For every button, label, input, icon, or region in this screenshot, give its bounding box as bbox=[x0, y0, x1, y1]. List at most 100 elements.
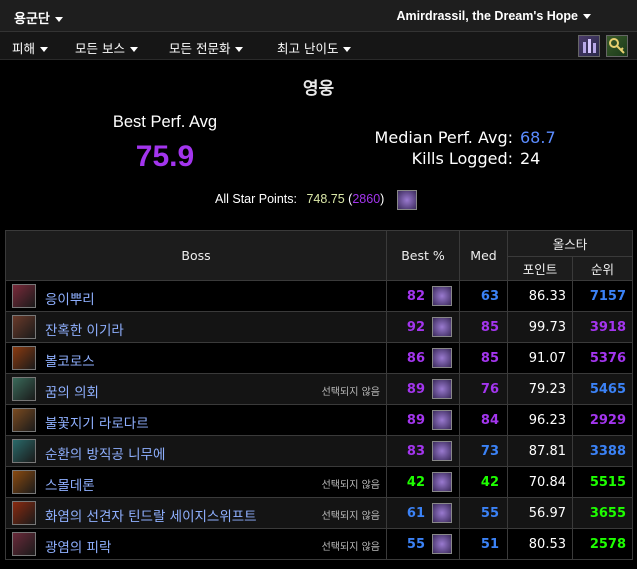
best-value: 89 bbox=[406, 382, 425, 397]
all-star-points: All Star Points: 748.75 (2860) bbox=[215, 192, 385, 206]
boss-dropdown[interactable]: 모든 보스 bbox=[75, 38, 138, 57]
spec-icon bbox=[432, 410, 452, 430]
boss-icon bbox=[12, 377, 36, 401]
best-value: 55 bbox=[406, 537, 425, 552]
best-value: 42 bbox=[406, 475, 425, 490]
all-star-rank: 2860 bbox=[352, 192, 381, 206]
spec-icon bbox=[432, 503, 452, 523]
boss-cell[interactable]: 응이뿌리 bbox=[5, 280, 387, 312]
boss-name[interactable]: 광염의 피락 bbox=[45, 536, 111, 556]
table-row[interactable]: 불꽃지기 라로다르 89 84 96.23 2929 bbox=[5, 404, 634, 436]
boss-cell[interactable]: 볼코로스 bbox=[5, 342, 387, 374]
difficulty-filter-label: 최고 난이도 bbox=[277, 41, 339, 56]
median-value: 68.7 bbox=[520, 128, 556, 147]
points-value: 86.33 bbox=[507, 280, 573, 312]
table-row[interactable]: 스몰데론 선택되지 않음 42 42 70.84 5515 bbox=[5, 466, 634, 498]
boss-name[interactable]: 불꽃지기 라로다르 bbox=[45, 412, 149, 432]
best-value: 92 bbox=[406, 320, 425, 335]
spec-icon bbox=[432, 348, 452, 368]
spec-icon bbox=[397, 190, 417, 210]
best-value: 82 bbox=[406, 289, 425, 304]
spec-icon bbox=[432, 441, 452, 461]
spec-filter-label: 모든 전문화 bbox=[169, 41, 231, 56]
rank-value: 5376 bbox=[571, 342, 634, 374]
boss-icon bbox=[12, 284, 36, 308]
boss-cell[interactable]: 광염의 피락 선택되지 않음 bbox=[5, 528, 387, 560]
top-bar: 용군단 Amirdrassil, the Dream's Hope bbox=[0, 0, 637, 32]
spec-icon bbox=[432, 317, 452, 337]
chevron-down-icon bbox=[343, 47, 352, 52]
boss-cell[interactable]: 순환의 방직공 니무에 bbox=[5, 435, 387, 467]
table-row[interactable]: 응이뿌리 82 63 86.33 7157 bbox=[5, 280, 634, 312]
not-selected-label: 선택되지 않음 bbox=[321, 480, 380, 491]
boss-icon bbox=[12, 408, 36, 432]
header-boss[interactable]: Boss bbox=[5, 230, 387, 281]
metric-label: 피해 bbox=[12, 41, 36, 56]
boss-name[interactable]: 잔혹한 이기라 bbox=[45, 319, 124, 339]
points-value: 70.84 bbox=[507, 466, 573, 498]
boss-name[interactable]: 볼코로스 bbox=[45, 350, 95, 370]
rank-value: 3388 bbox=[571, 435, 634, 467]
boss-icon bbox=[12, 315, 36, 339]
best-cell: 83 bbox=[386, 435, 460, 467]
med-value: 85 bbox=[459, 311, 508, 343]
best-perf-value: 75.9 bbox=[135, 140, 195, 173]
points-value: 80.53 bbox=[507, 528, 573, 560]
boss-name[interactable]: 화염의 선견자 틴드랄 세이지스위프트 bbox=[45, 505, 257, 525]
rank-value: 5515 bbox=[571, 466, 634, 498]
key-icon[interactable] bbox=[606, 35, 628, 57]
spec-dropdown[interactable]: 모든 전문화 bbox=[169, 38, 244, 57]
raid-icon[interactable] bbox=[578, 35, 600, 57]
spec-icon bbox=[432, 379, 452, 399]
table-row[interactable]: 화염의 선견자 틴드랄 세이지스위프트 선택되지 않음 61 55 56.97 3655 bbox=[5, 497, 634, 529]
best-value: 89 bbox=[406, 413, 425, 428]
med-value: 51 bbox=[459, 528, 508, 560]
table-row[interactable]: 광염의 피락 선택되지 않음 55 51 80.53 2578 bbox=[5, 528, 634, 560]
boss-cell[interactable]: 꿈의 의회 선택되지 않음 bbox=[5, 373, 387, 405]
boss-cell[interactable]: 불꽃지기 라로다르 bbox=[5, 404, 387, 436]
table-row[interactable]: 꿈의 의회 선택되지 않음 89 76 79.23 5465 bbox=[5, 373, 634, 405]
header-best[interactable]: Best % bbox=[386, 230, 460, 281]
best-cell: 89 bbox=[386, 373, 460, 405]
boss-icon bbox=[12, 470, 36, 494]
zone-label: 용군단 bbox=[14, 12, 50, 27]
boss-table: Boss Best % Med 올스타 포인트 순위 응이뿌리 82 63 86.33… bbox=[5, 230, 634, 560]
boss-icon bbox=[12, 346, 36, 370]
boss-icon bbox=[12, 501, 36, 525]
boss-name[interactable]: 꿈의 의회 bbox=[45, 381, 99, 401]
rank-value: 7157 bbox=[571, 280, 634, 312]
metric-dropdown[interactable]: 피해 bbox=[12, 38, 49, 57]
best-value: 61 bbox=[406, 506, 425, 521]
header-allstar: 올스타 bbox=[506, 230, 634, 257]
header-rank[interactable]: 순위 bbox=[571, 256, 634, 281]
boss-name[interactable]: 응이뿌리 bbox=[45, 288, 95, 308]
difficulty-dropdown[interactable]: 최고 난이도 bbox=[277, 38, 352, 57]
rank-value: 2929 bbox=[571, 404, 634, 436]
rank-value: 5465 bbox=[571, 373, 634, 405]
table-row[interactable]: 잔혹한 이기라 92 85 99.73 3918 bbox=[5, 311, 634, 343]
raid-dropdown[interactable]: Amirdrassil, the Dream's Hope bbox=[396, 9, 591, 23]
med-value: 73 bbox=[459, 435, 508, 467]
header-med[interactable]: Med bbox=[459, 230, 508, 281]
points-value: 79.23 bbox=[507, 373, 573, 405]
table-row[interactable]: 순환의 방직공 니무에 83 73 87.81 3388 bbox=[5, 435, 634, 467]
filter-bar: 피해 모든 보스 모든 전문화 최고 난이도 bbox=[0, 32, 637, 60]
spec-icon bbox=[432, 534, 452, 554]
boss-name[interactable]: 스몰데론 bbox=[45, 474, 95, 494]
best-value: 83 bbox=[406, 444, 425, 459]
best-value: 86 bbox=[406, 351, 425, 366]
boss-filter-label: 모든 보스 bbox=[75, 41, 125, 56]
rank-value: 3918 bbox=[571, 311, 634, 343]
boss-cell[interactable]: 화염의 선견자 틴드랄 세이지스위프트 선택되지 않음 bbox=[5, 497, 387, 529]
boss-name[interactable]: 순환의 방직공 니무에 bbox=[45, 443, 165, 463]
boss-icon bbox=[12, 439, 36, 463]
boss-cell[interactable]: 스몰데론 선택되지 않음 bbox=[5, 466, 387, 498]
best-cell: 86 bbox=[386, 342, 460, 374]
med-value: 84 bbox=[459, 404, 508, 436]
best-cell: 42 bbox=[386, 466, 460, 498]
rank-value: 3655 bbox=[571, 497, 634, 529]
table-row[interactable]: 볼코로스 86 85 91.07 5376 bbox=[5, 342, 634, 374]
zone-dropdown[interactable]: 용군단 bbox=[14, 8, 63, 27]
header-points[interactable]: 포인트 bbox=[507, 256, 573, 281]
boss-cell[interactable]: 잔혹한 이기라 bbox=[5, 311, 387, 343]
